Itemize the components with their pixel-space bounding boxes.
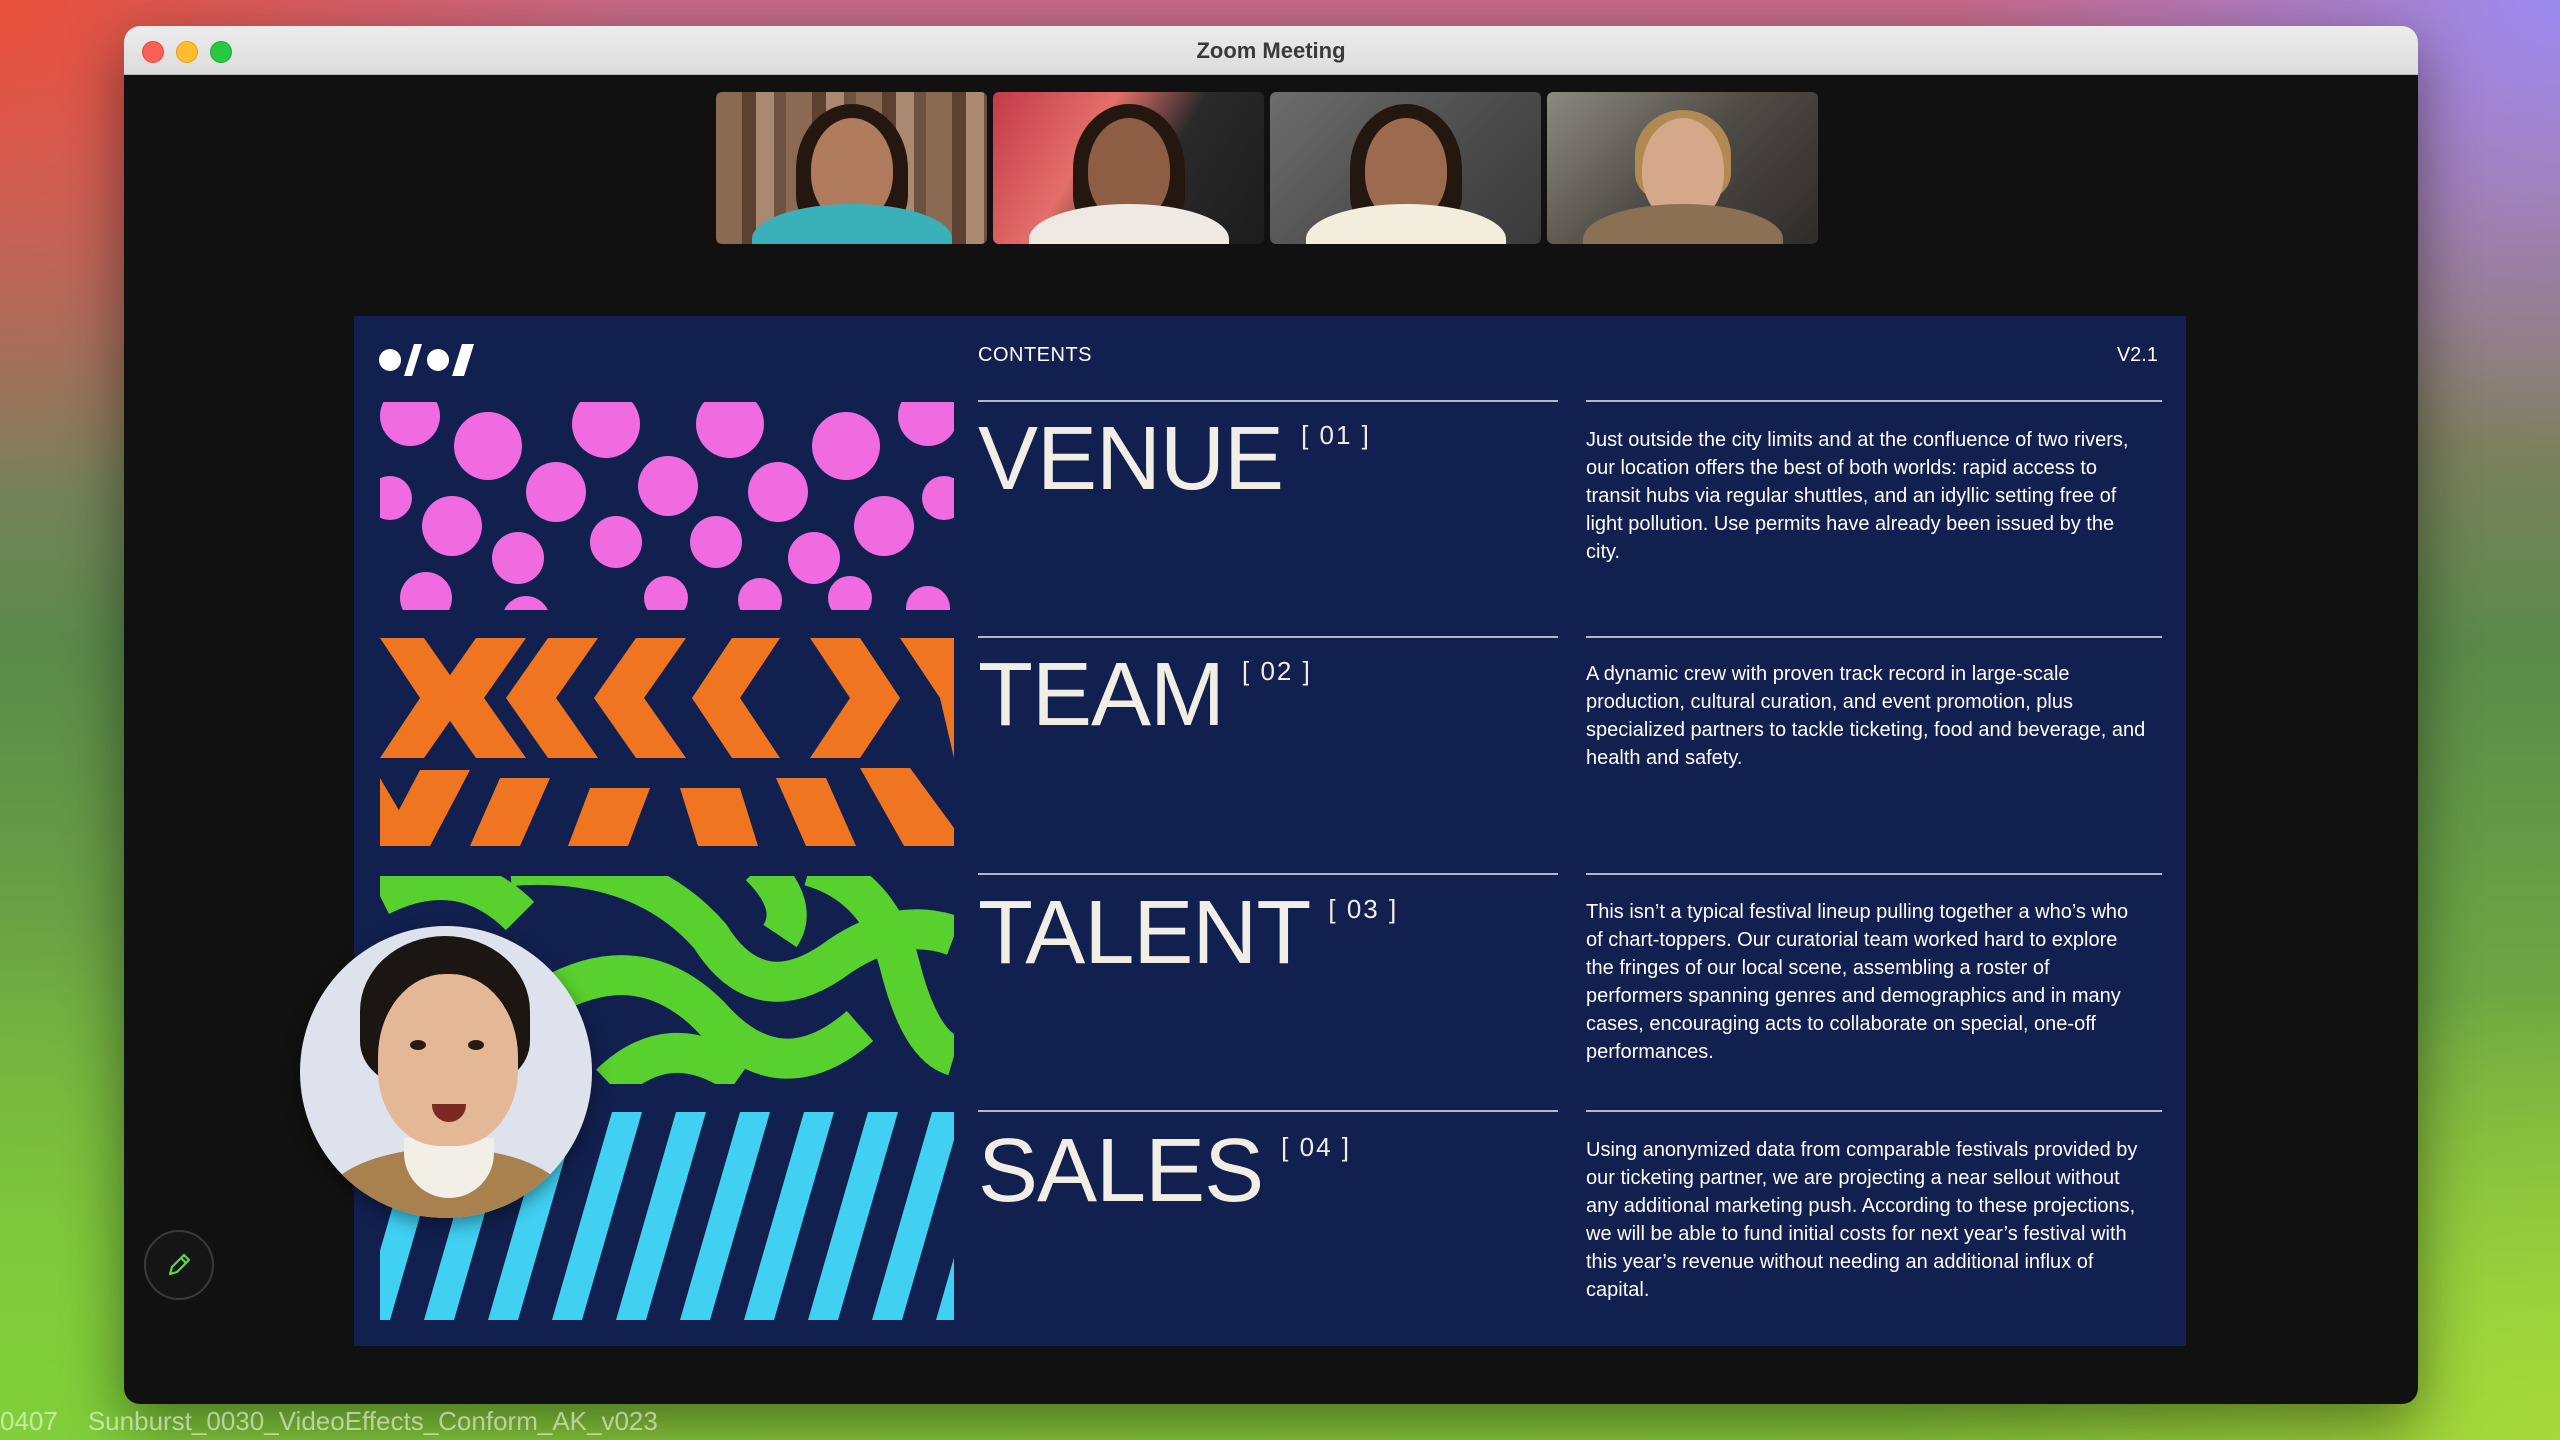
section-title-sales: SALES[ 04 ] xyxy=(978,1126,1351,1216)
participant-strip xyxy=(716,92,1818,244)
section-number: [ 03 ] xyxy=(1328,894,1399,924)
section-number: [ 01 ] xyxy=(1301,420,1371,450)
title-bar[interactable]: Zoom Meeting xyxy=(124,26,2418,75)
section-divider xyxy=(978,636,1558,638)
section-description-talent: This isn’t a typical festival lineup pul… xyxy=(1586,901,2129,1063)
section-title-text: VENUE xyxy=(978,409,1284,509)
section-divider xyxy=(978,1110,1558,1112)
dots-pattern xyxy=(380,402,954,610)
team-pattern-panel xyxy=(380,638,954,846)
slide-logo xyxy=(379,344,474,376)
section-title-text: TEAM xyxy=(978,645,1225,745)
participant-video-tile[interactable] xyxy=(993,92,1264,244)
section-number: [ 02 ] xyxy=(1242,656,1312,686)
section-title-team: TEAM[ 02 ] xyxy=(978,650,1312,740)
clip-filename: Sunburst_0030_VideoEffects_Conform_AK_v0… xyxy=(87,1406,658,1436)
participant-video-tile[interactable] xyxy=(716,92,987,244)
section-number: [ 04 ] xyxy=(1281,1132,1351,1162)
zoom-window: Zoom Meeting CONTENTS V2.1 VENUE [01] … xyxy=(124,26,2418,1404)
section-description-venue: Just outside the city limits and at the … xyxy=(1586,429,2129,563)
section-divider xyxy=(1586,1110,2162,1112)
frame-number: 0407 xyxy=(0,1406,58,1436)
participant-video-tile[interactable] xyxy=(1270,92,1541,244)
version-label: V2.1 xyxy=(2116,344,2158,366)
chevrons-pattern xyxy=(380,638,954,846)
annotate-button[interactable] xyxy=(144,1230,214,1300)
section-description-team: A dynamic crew with proven track record … xyxy=(1586,663,2146,769)
section-title-talent: TALENT[ 03 ] xyxy=(978,888,1398,978)
participant-video-tile[interactable] xyxy=(1547,92,1818,244)
section-divider xyxy=(1586,400,2162,402)
section-description-sales: Using anonymized data from comparable fe… xyxy=(1586,1139,2138,1301)
contents-label: CONTENTS xyxy=(978,344,1092,366)
section-divider xyxy=(1586,636,2162,638)
venue-pattern-panel xyxy=(380,402,954,610)
pencil-icon xyxy=(168,1253,191,1276)
shared-slide: CONTENTS V2.1 VENUE [01] Just outside … xyxy=(354,316,2186,1346)
section-divider xyxy=(1586,873,2162,875)
section-title-text: TALENT xyxy=(978,883,1311,983)
section-divider xyxy=(978,400,1558,402)
section-divider xyxy=(978,873,1558,875)
section-title-text: SALES xyxy=(978,1121,1264,1221)
presenter-video-bubble[interactable] xyxy=(300,926,592,1218)
section-title-venue: VENUE[ 01 ] xyxy=(978,414,1371,504)
footage-watermark: 0407 Sunburst_0030_VideoEffects_Conform_A… xyxy=(0,1406,658,1437)
window-title: Zoom Meeting xyxy=(1196,38,1346,63)
